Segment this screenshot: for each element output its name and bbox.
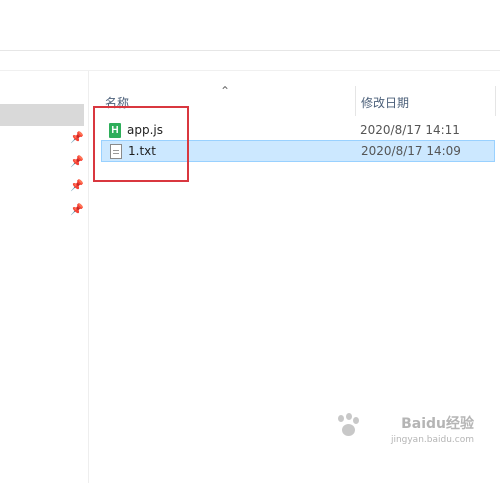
column-resize-handle[interactable] bbox=[355, 86, 356, 116]
watermark-logo-text: Baidu经验 bbox=[401, 416, 474, 432]
nav-item-selected[interactable] bbox=[0, 104, 84, 126]
paw-logo-icon bbox=[334, 413, 362, 441]
column-header-date[interactable]: 修改日期 bbox=[361, 94, 409, 111]
watermark-url: jingyan.baidu.com bbox=[390, 435, 474, 445]
pin-icon[interactable]: 📌 bbox=[70, 204, 84, 216]
watermark: Baidu经验 jingyan.baidu.com bbox=[334, 413, 474, 453]
toolbar-area bbox=[0, 0, 500, 51]
annotation-highlight-box bbox=[93, 106, 189, 182]
pin-icon[interactable]: 📌 bbox=[70, 180, 84, 192]
file-modified-date: 2020/8/17 14:09 bbox=[361, 144, 461, 158]
pin-icon[interactable]: 📌 bbox=[70, 156, 84, 168]
chevron-up-icon: ⌃ bbox=[220, 84, 231, 98]
column-resize-handle[interactable] bbox=[495, 86, 496, 116]
pane-divider[interactable] bbox=[88, 71, 89, 483]
file-modified-date: 2020/8/17 14:11 bbox=[360, 123, 460, 137]
pin-icon[interactable]: 📌 bbox=[70, 132, 84, 144]
